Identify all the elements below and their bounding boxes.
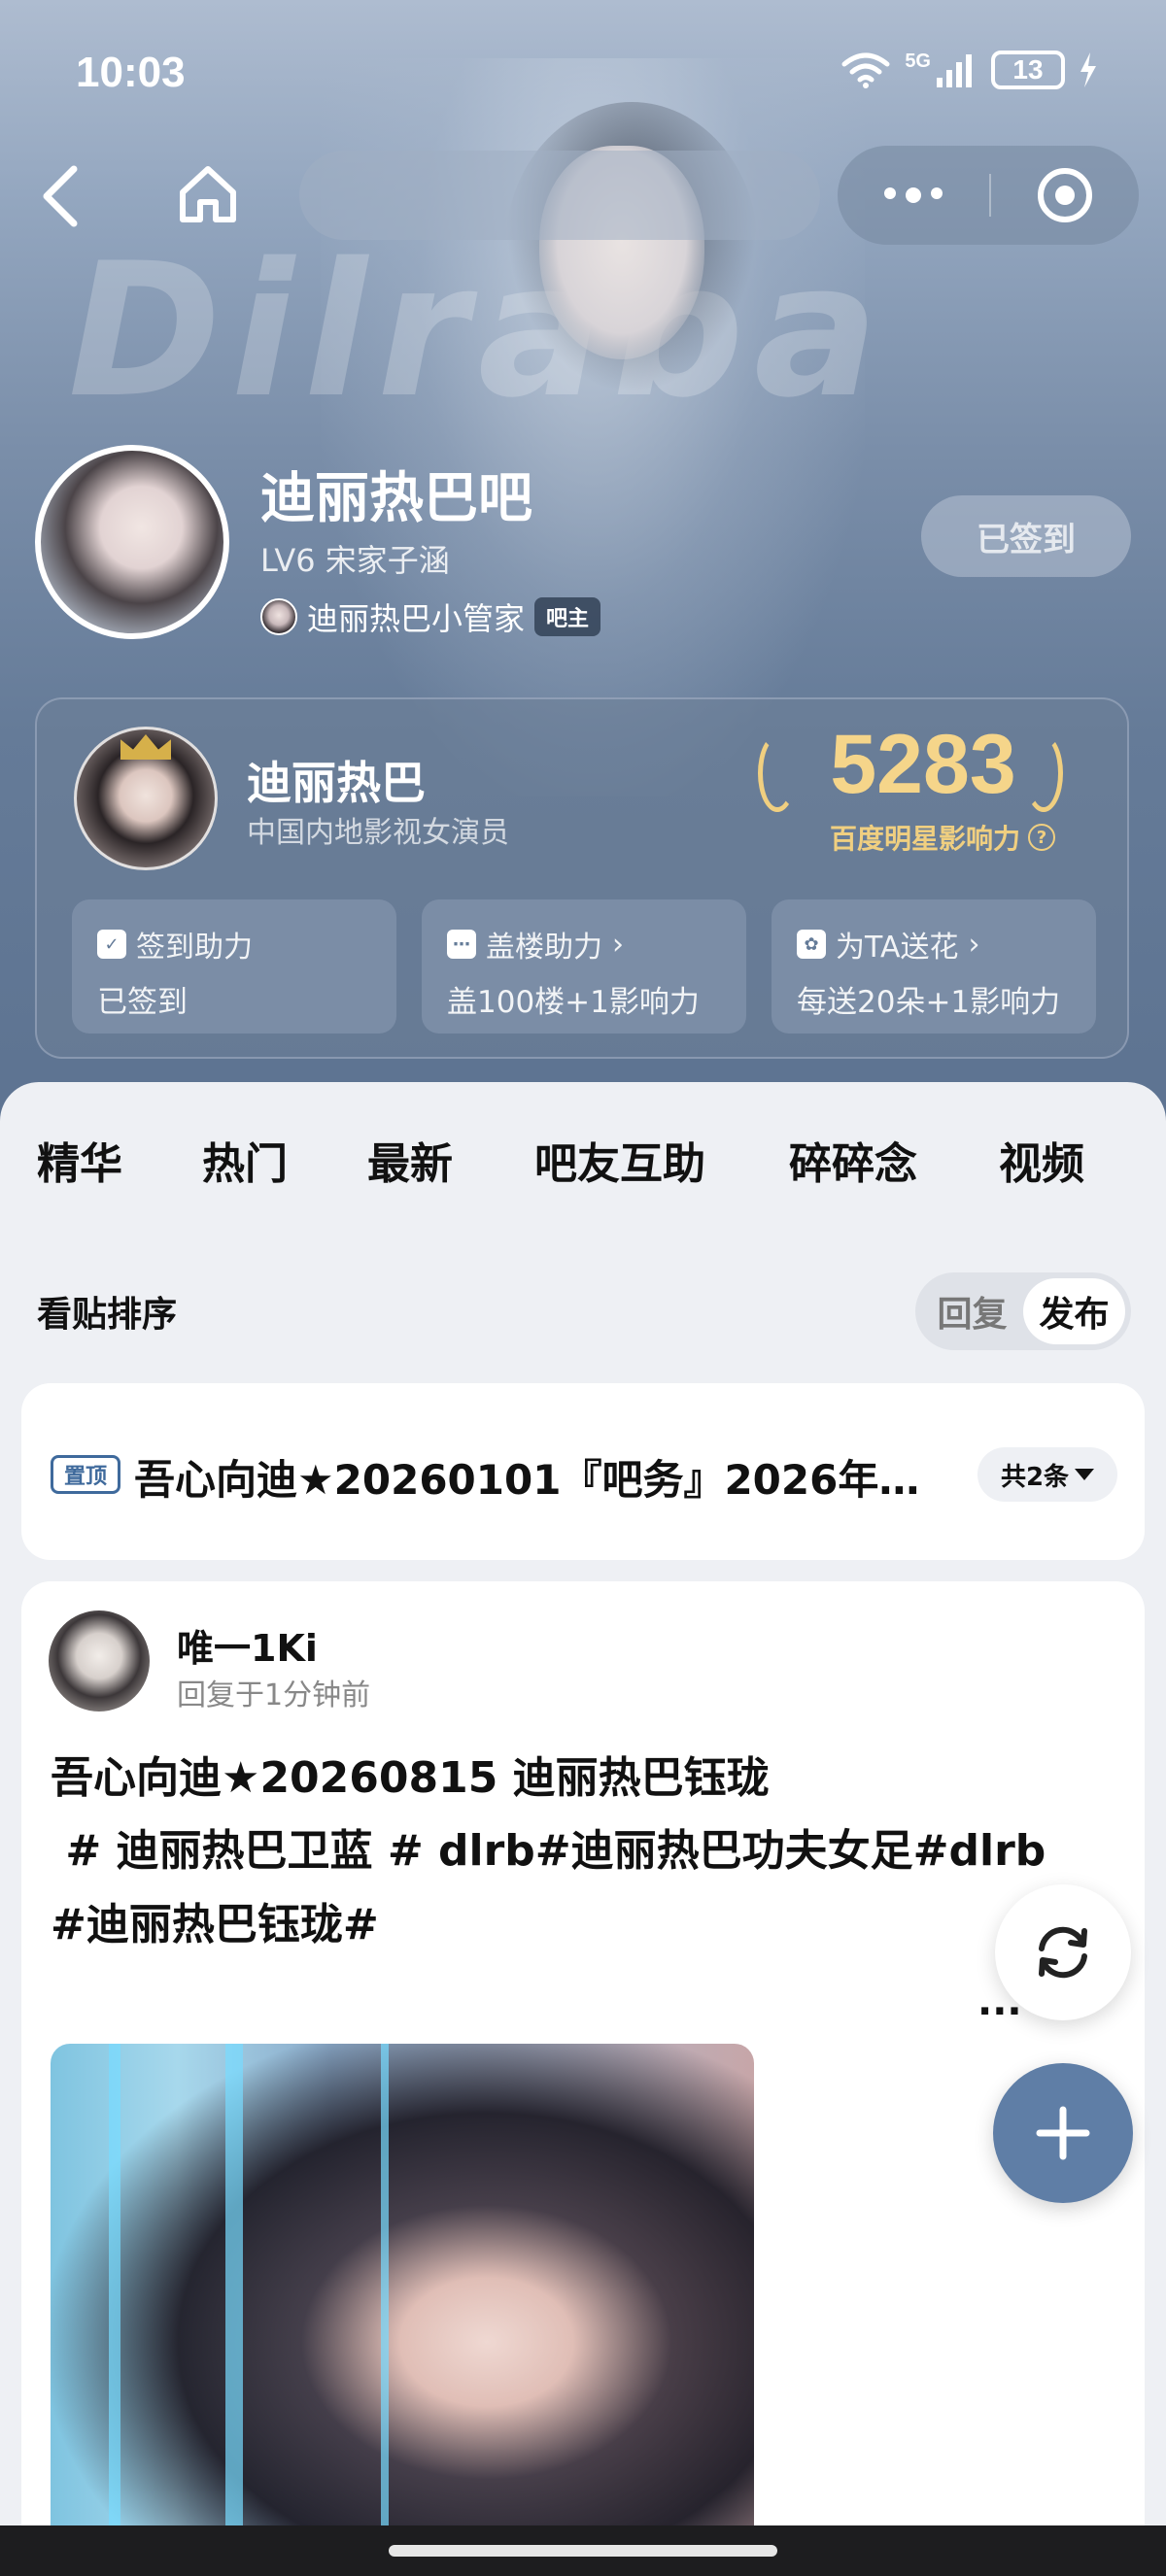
- post-card[interactable]: 唯一1Ki 回复于1分钟前 吾心向迪★20260815 迪丽热巴钰珑 # 迪丽热…: [21, 1581, 1145, 2576]
- celebrity-card[interactable]: 迪丽热巴 中国内地影视女演员 5283 百度明星影响力 ? ✓ 签到助力 已签到…: [35, 697, 1129, 1059]
- flower-icon: ✿: [797, 930, 826, 959]
- new-post-button[interactable]: [993, 2063, 1133, 2203]
- boost-signin[interactable]: ✓ 签到助力 已签到: [72, 899, 396, 1034]
- wifi-icon: [841, 52, 890, 88]
- sort-by-reply[interactable]: 回复: [921, 1278, 1023, 1344]
- sort-toggle: 回复 发布: [915, 1272, 1131, 1350]
- celebrity-name: 迪丽热巴: [247, 757, 426, 809]
- pinned-title: 吾心向迪★20260101『吧务』2026年…: [134, 1456, 920, 1504]
- admin-badge: 吧主: [534, 597, 601, 636]
- network-type: 5G: [905, 50, 931, 72]
- back-icon[interactable]: [35, 163, 86, 229]
- chat-bubble-icon: ⋯: [447, 930, 476, 959]
- influence-score: 5283: [830, 718, 1016, 811]
- image-light-streak: [109, 2044, 120, 2576]
- capsule-divider: [989, 174, 991, 217]
- tab-mutual-help[interactable]: 吧友互助: [534, 1129, 705, 1191]
- sort-label: 看贴排序: [37, 1295, 178, 1335]
- content-sheet: 精华 热门 最新 吧友互助 碎碎念 视频 看贴排序 回复 发布 置顶 吾心向迪★…: [0, 1082, 1166, 2576]
- post-body: # 迪丽热巴卫蓝 # dlrb#迪丽热巴功夫女足#dlrb #迪丽热巴钰珑#: [51, 1814, 1080, 1962]
- post-image[interactable]: [51, 2044, 754, 2576]
- chevron-right-icon: ›: [612, 927, 624, 962]
- post-author-avatar[interactable]: [49, 1610, 150, 1712]
- miniapp-capsule: [838, 146, 1139, 245]
- post-time: 回复于1分钟前: [177, 1678, 371, 1712]
- boost-subtitle: 每送20朵+1影响力: [797, 985, 1061, 1020]
- tab-hot[interactable]: 热门: [202, 1129, 288, 1191]
- image-light-streak: [381, 2044, 389, 2576]
- signed-in-button[interactable]: 已签到: [921, 495, 1131, 577]
- more-icon[interactable]: [884, 187, 943, 203]
- battery-icon: 13: [991, 51, 1065, 89]
- pinned-badge: 置顶: [51, 1455, 120, 1494]
- tab-bar: 精华 热门 最新 吧友互助 碎碎念 视频: [0, 1129, 1166, 1216]
- plus-icon: [1036, 2106, 1090, 2160]
- post-title: 吾心向迪★20260815 迪丽热巴钰珑: [51, 1753, 770, 1803]
- boost-subtitle: 盖100楼+1影响力: [447, 985, 700, 1020]
- forum-avatar[interactable]: [35, 445, 229, 639]
- boost-row: ✓ 签到助力 已签到 ⋯ 盖楼助力 › 盖100楼+1影响力 ✿ 为TA送花 ›: [72, 899, 1096, 1034]
- search-bar[interactable]: [299, 151, 820, 240]
- influence-label-text: 百度明星影响力: [829, 823, 1020, 855]
- boost-subtitle: 已签到: [97, 985, 188, 1020]
- laurel-right-icon: [1024, 734, 1063, 812]
- chevron-down-icon: [1075, 1469, 1095, 1480]
- charging-icon: [1080, 52, 1096, 87]
- status-icons: 5G 13: [840, 51, 1098, 89]
- sort-by-publish[interactable]: 发布: [1023, 1278, 1125, 1344]
- celebrity-description: 中国内地影视女演员: [247, 816, 509, 850]
- tab-featured[interactable]: 精华: [37, 1129, 122, 1191]
- admin-name: 迪丽热巴小管家: [307, 600, 526, 637]
- pinned-post[interactable]: 置顶 吾心向迪★20260101『吧务』2026年… 共2条: [21, 1383, 1145, 1560]
- status-time: 10:03: [76, 49, 186, 96]
- calendar-check-icon: ✓: [97, 930, 126, 959]
- admin-avatar: [260, 598, 297, 635]
- signal-icon: [937, 54, 972, 87]
- boost-building[interactable]: ⋯ 盖楼助力 › 盖100楼+1影响力: [422, 899, 746, 1034]
- refresh-button[interactable]: [995, 1884, 1131, 2020]
- tab-latest[interactable]: 最新: [367, 1129, 453, 1191]
- boost-title: 签到助力: [136, 931, 253, 965]
- chevron-right-icon: ›: [968, 927, 980, 962]
- home-indicator[interactable]: [389, 2545, 777, 2557]
- pinned-count: 共2条: [1000, 1462, 1070, 1492]
- boost-title: 盖楼助力: [486, 931, 602, 965]
- post-body-line: # 迪丽热巴卫蓝 # dlrb#迪丽热巴功夫女足#dlrb: [51, 1826, 1046, 1876]
- image-light-streak: [225, 2044, 243, 2576]
- refresh-icon: [1039, 1926, 1087, 1979]
- tab-murmurs[interactable]: 碎碎念: [789, 1129, 917, 1191]
- forum-banner: Dilraba 10:03 5G 13 迪丽热巴吧 LV6 宋家子涵 迪丽热巴小…: [0, 0, 1166, 1127]
- influence-label[interactable]: 百度明星影响力 ?: [830, 818, 1055, 857]
- post-author-name[interactable]: 唯一1Ki: [177, 1618, 318, 1672]
- help-icon[interactable]: ?: [1028, 824, 1055, 851]
- forum-title: 迪丽热巴吧: [260, 467, 532, 530]
- tab-video[interactable]: 视频: [999, 1129, 1084, 1191]
- pinned-count-dropdown[interactable]: 共2条: [977, 1447, 1117, 1502]
- post-body-line: #迪丽热巴钰珑#: [51, 1900, 379, 1949]
- home-icon[interactable]: [177, 163, 239, 225]
- boost-flowers[interactable]: ✿ 为TA送花 › 每送20朵+1影响力: [772, 899, 1096, 1034]
- forum-admin[interactable]: 迪丽热巴小管家 吧主: [260, 594, 601, 639]
- boost-title: 为TA送花: [836, 931, 959, 965]
- user-level: LV6 宋家子涵: [260, 542, 450, 579]
- close-target-icon[interactable]: [1038, 168, 1092, 222]
